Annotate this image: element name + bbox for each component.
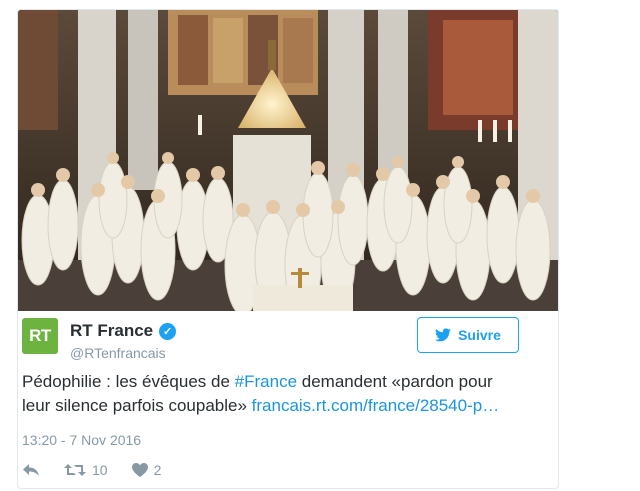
article-link[interactable]: francais.rt.com/france/28540-p… xyxy=(252,396,500,415)
follow-label: Suivre xyxy=(458,327,501,343)
logo-text: RT xyxy=(29,326,51,345)
reply-button[interactable] xyxy=(22,463,40,477)
reply-icon xyxy=(23,464,39,476)
like-button[interactable]: 2 xyxy=(131,462,162,478)
church-scene-image xyxy=(18,10,558,311)
retweet-count: 10 xyxy=(92,462,108,478)
rt-france-logo[interactable]: RT xyxy=(22,318,58,354)
tweet-actions: 10 2 xyxy=(22,462,161,478)
follow-button[interactable]: Suivre xyxy=(417,317,519,353)
retweet-button[interactable]: 10 xyxy=(64,462,108,478)
twitter-bird-icon xyxy=(435,328,452,342)
like-count: 2 xyxy=(153,462,162,478)
heart-icon xyxy=(131,463,148,477)
tweet-text-part1: Pédophilie : les évêques de xyxy=(22,372,235,391)
retweet-icon xyxy=(64,464,86,476)
verified-icon: ✓ xyxy=(159,322,177,340)
author-name-text: RT France xyxy=(70,321,154,340)
author-name[interactable]: RT France ✓ xyxy=(70,321,177,341)
tweet-text: Pédophilie : les évêques de #France dema… xyxy=(22,370,522,418)
hashtag-link[interactable]: #France xyxy=(235,372,297,391)
tweet-photo[interactable] xyxy=(18,10,558,311)
tweet-timestamp[interactable]: 13:20 - 7 Nov 2016 xyxy=(22,432,141,448)
author-handle[interactable]: @RTenfrancais xyxy=(70,345,166,361)
